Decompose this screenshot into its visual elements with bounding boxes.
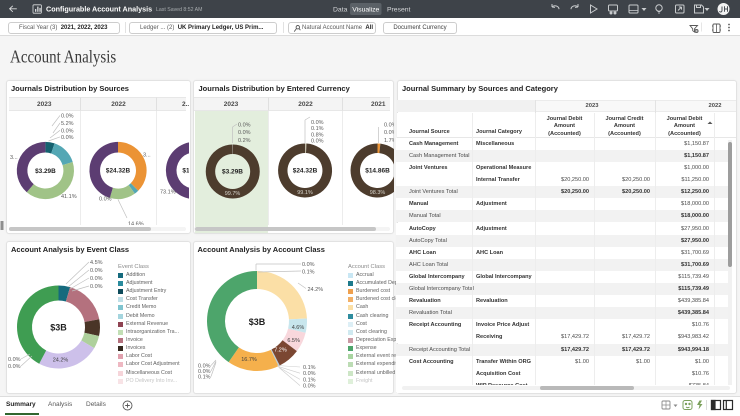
svg-text:Data: Data (333, 7, 348, 14)
svg-text:Visualize: Visualize (352, 7, 379, 14)
svg-text:Configurable Account Analysis: Configurable Account Analysis (46, 5, 152, 14)
svg-text:Present: Present (387, 7, 411, 14)
svg-text:Last Saved 8:52 AM: Last Saved 8:52 AM (156, 7, 202, 13)
